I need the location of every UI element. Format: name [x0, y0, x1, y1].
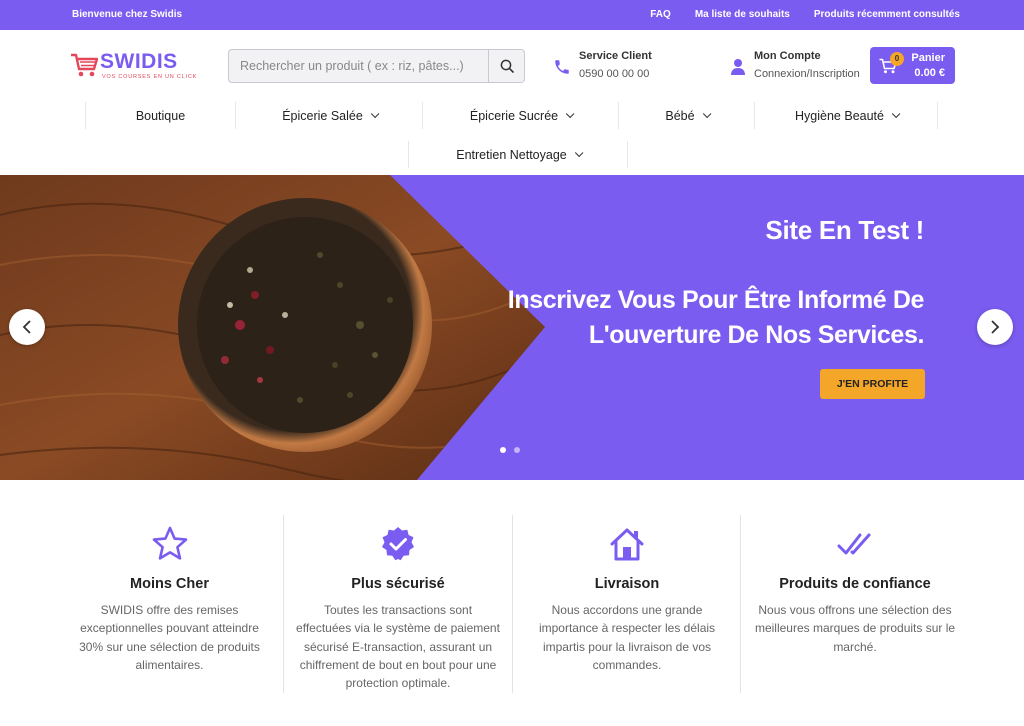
feature-title: Produits de confiance: [779, 576, 931, 592]
nav-item-epicerie-salee[interactable]: Épicerie Salée: [235, 102, 422, 129]
service-title: Service Client: [579, 50, 652, 62]
cart-label: Panier: [911, 52, 945, 64]
feature-title: Moins Cher: [130, 576, 209, 592]
feature-description: Nous accordons une grande importance à r…: [538, 603, 716, 672]
nav-item-label: Boutique: [135, 108, 186, 123]
nav-item-entretien-nettoyage[interactable]: Entretien Nettoyage: [408, 141, 628, 168]
feature-description: Nous vous offrons une sélection des meil…: [754, 603, 956, 654]
verified-badge-icon: [382, 527, 414, 561]
slider-dot[interactable]: [500, 447, 506, 453]
phone-icon: [555, 60, 569, 74]
wishlist-link[interactable]: Ma liste de souhaits: [695, 9, 790, 20]
account-login-link[interactable]: Connexion/Inscription: [754, 68, 860, 80]
feature-title: Plus sécurisé: [351, 576, 445, 592]
chevron-down-icon: [702, 109, 711, 118]
feature-card: Moins Cher SWIDIS offre des remises exce…: [55, 515, 284, 693]
search-button[interactable]: [488, 50, 524, 82]
chevron-down-icon: [891, 109, 901, 118]
nav-item-label: Hygiène Beauté: [795, 108, 884, 123]
logo-brand: SWIDIS: [100, 50, 178, 73]
slider-dot[interactable]: [514, 447, 520, 453]
feature-description: SWIDIS offre des remises exceptionnelles…: [79, 603, 260, 672]
logo-cart-icon: [71, 53, 98, 77]
features-section: Moins Cher SWIDIS offre des remises exce…: [55, 515, 970, 695]
logo-tagline: VOS COURSES EN UN CLICK: [102, 74, 198, 80]
nav-item-label: Épicerie Salée: [282, 108, 363, 123]
nav-item-bebe[interactable]: Bébé: [618, 102, 754, 129]
nav-item-epicerie-sucree[interactable]: Épicerie Sucrée: [422, 102, 618, 129]
cart-total: 0.00 €: [914, 67, 945, 79]
chevron-down-icon: [574, 148, 584, 157]
search-input[interactable]: [229, 50, 489, 82]
nav-row: Boutique Épicerie Salée Épicerie Sucrée …: [0, 102, 1024, 137]
slider-next-button[interactable]: [977, 309, 1013, 345]
welcome-text: Bienvenue chez Swidis: [72, 9, 183, 20]
nav-row: Entretien Nettoyage: [0, 141, 1024, 176]
nav-item-label: Entretien Nettoyage: [456, 147, 567, 162]
hero-cta-button[interactable]: J'EN PROFITE: [820, 369, 925, 399]
chevron-left-icon: [22, 320, 31, 334]
chevron-down-icon: [566, 109, 575, 118]
logo[interactable]: SWIDIS VOS COURSES EN UN CLICK: [70, 50, 205, 84]
header: SWIDIS VOS COURSES EN UN CLICK Service C…: [0, 30, 1024, 98]
top-links: FAQ Ma liste de souhaits Produits récemm…: [650, 9, 960, 20]
chevron-right-icon: [991, 320, 1000, 334]
hero-slider: Site En Test ! Inscrivez Vous Pour Être …: [0, 175, 1024, 480]
slider-prev-button[interactable]: [9, 309, 45, 345]
service-phone: 0590 00 00 00: [579, 68, 650, 80]
house-icon: [610, 528, 644, 561]
slider-dots: [500, 447, 520, 453]
feature-card: Livraison Nous accordons une grande impo…: [512, 515, 741, 693]
nav-item-label: Épicerie Sucrée: [469, 108, 559, 123]
search-box: [228, 49, 525, 83]
chevron-down-icon: [370, 109, 380, 118]
feature-card: Plus sécurisé Toutes les transactions so…: [283, 515, 512, 693]
top-bar: Bienvenue chez Swidis FAQ Ma liste de so…: [0, 0, 1024, 30]
search-icon: [500, 59, 514, 73]
nav-item-label: Bébé: [665, 108, 695, 123]
recently-viewed-link[interactable]: Produits récemment consultés: [814, 9, 960, 20]
main-nav: Boutique Épicerie Salée Épicerie Sucrée …: [0, 98, 1024, 175]
feature-title: Livraison: [594, 576, 660, 592]
hero-title: Site En Test !: [765, 215, 924, 245]
double-check-icon: [837, 533, 871, 555]
cart-count-badge: 0: [890, 52, 904, 66]
nav-item-boutique[interactable]: Boutique: [85, 102, 235, 129]
nav-item-hygiene-beaute[interactable]: Hygiène Beauté: [754, 102, 938, 129]
cart-button[interactable]: 0 Panier 0.00 €: [870, 47, 955, 84]
star-icon: [152, 526, 187, 560]
user-icon: [731, 59, 745, 75]
faq-link[interactable]: FAQ: [650, 9, 671, 20]
hero-subtitle: Inscrivez Vous Pour Être Informé De L'ou…: [507, 286, 925, 349]
feature-card: Produits de confiance Nous vous offrons …: [740, 515, 969, 693]
account-title: Mon Compte: [754, 50, 821, 62]
feature-description: Toutes les transactions sont effectuées …: [296, 603, 500, 691]
